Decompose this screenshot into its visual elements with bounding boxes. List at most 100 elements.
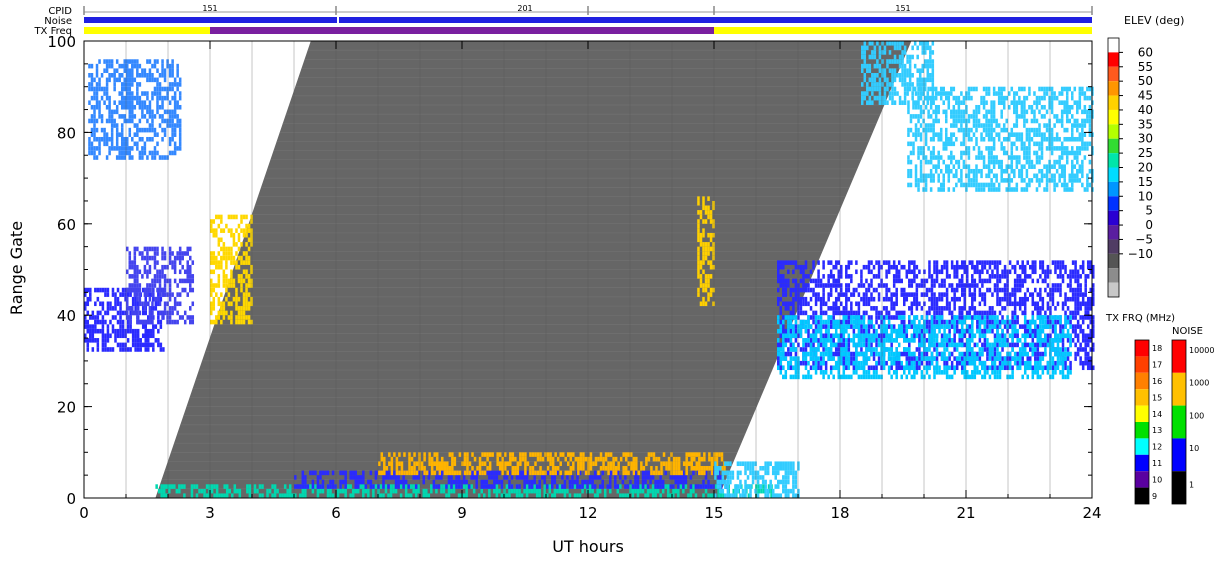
echo-cell — [787, 315, 790, 320]
echo-cell — [161, 287, 164, 293]
echo-cell — [113, 86, 116, 92]
echo-cell — [782, 342, 785, 348]
echo-cell — [189, 278, 192, 284]
echo-cell — [1031, 351, 1035, 357]
echo-cell — [965, 118, 968, 124]
echo-cell — [882, 347, 886, 352]
echo-cell — [136, 127, 139, 133]
echo-cell — [892, 351, 896, 357]
echo-cell — [845, 287, 848, 293]
echo-cell — [1055, 168, 1059, 174]
echo-cell — [962, 95, 966, 101]
echo-cell — [935, 324, 939, 329]
echo-cell — [933, 319, 936, 325]
echo-cell — [945, 127, 948, 133]
echo-cell — [896, 91, 899, 96]
echo-cell — [1079, 287, 1082, 293]
echo-cell — [916, 68, 919, 73]
echo-cell — [834, 319, 838, 325]
echo-cell — [1084, 301, 1087, 307]
echo-cell — [861, 91, 864, 96]
echo-cell — [909, 168, 913, 174]
echo-cell — [943, 360, 946, 366]
echo-cell — [1036, 370, 1040, 375]
echo-cell — [822, 274, 825, 279]
echo-cell — [1081, 269, 1085, 275]
echo-cell — [867, 315, 871, 320]
echo-cell — [977, 109, 981, 115]
echo-cell — [1036, 328, 1040, 334]
echo-cell — [1065, 95, 1069, 101]
echo-cell — [110, 63, 114, 69]
echo-cell — [885, 283, 888, 288]
echo-cell — [958, 315, 961, 320]
echo-cell — [1006, 315, 1009, 320]
echo-cell — [95, 86, 99, 92]
echo-cell — [971, 333, 974, 339]
echo-cell — [1079, 306, 1082, 311]
echo-cell — [927, 127, 930, 133]
echo-cell — [981, 283, 984, 288]
echo-cell — [1055, 114, 1059, 119]
echo-cell — [1034, 269, 1037, 275]
echo-cell — [840, 356, 843, 361]
echo-cell — [1074, 342, 1077, 348]
echo-cell — [950, 136, 953, 142]
echo-cell — [178, 91, 182, 96]
echo-cell — [953, 365, 956, 371]
echo-cell — [914, 132, 918, 137]
echo-cell — [890, 360, 893, 366]
echo-cell — [1001, 360, 1004, 366]
echo-cell — [1060, 123, 1064, 128]
echo-cell — [913, 365, 916, 371]
echo-cell — [779, 283, 783, 288]
echo-cell — [807, 328, 810, 334]
echo-cell — [225, 287, 228, 293]
echo-cell — [1041, 306, 1045, 311]
echo-cell — [887, 315, 891, 320]
echo-cell — [250, 301, 253, 307]
echo-cell — [1002, 100, 1006, 105]
echo-cell — [1018, 296, 1022, 302]
echo-cell — [903, 68, 907, 73]
echo-cell — [1001, 356, 1004, 361]
echo-cell — [925, 356, 929, 361]
echo-cell — [840, 274, 843, 279]
echo-cell — [138, 82, 142, 87]
echo-cell — [993, 374, 997, 380]
echo-cell — [832, 264, 835, 270]
echo-cell — [887, 365, 891, 371]
echo-cell — [176, 72, 179, 78]
echo-cell — [975, 141, 978, 147]
echo-cell — [978, 338, 982, 343]
echo-cell — [128, 150, 132, 156]
echo-cell — [1029, 356, 1032, 361]
echo-cell — [186, 251, 189, 256]
echo-cell — [895, 360, 898, 366]
echo-cell — [992, 104, 996, 110]
echo-cell — [861, 95, 864, 101]
echo-cell — [154, 306, 158, 311]
echo-cell — [171, 59, 174, 64]
echo-cell — [123, 63, 126, 69]
echo-cell — [832, 356, 835, 361]
echo-cell — [156, 287, 159, 293]
echo-cell — [945, 91, 948, 96]
echo-cell — [875, 360, 878, 366]
echo-cell — [878, 68, 882, 73]
echo-cell — [960, 173, 963, 179]
echo-cell — [1036, 324, 1040, 329]
echo-cell — [1013, 301, 1017, 307]
echo-cell — [908, 319, 911, 325]
echo-cell — [1044, 333, 1047, 339]
echo-cell — [1029, 264, 1032, 270]
echo-cell — [120, 86, 124, 92]
echo-cell — [1038, 182, 1041, 188]
echo-cell — [905, 269, 909, 275]
echo-cell — [1071, 159, 1074, 165]
echo-cell — [1035, 159, 1039, 165]
echo-cell — [891, 86, 894, 92]
echo-cell — [925, 338, 929, 343]
echo-cell — [1008, 155, 1011, 160]
echo-cell — [227, 251, 231, 256]
